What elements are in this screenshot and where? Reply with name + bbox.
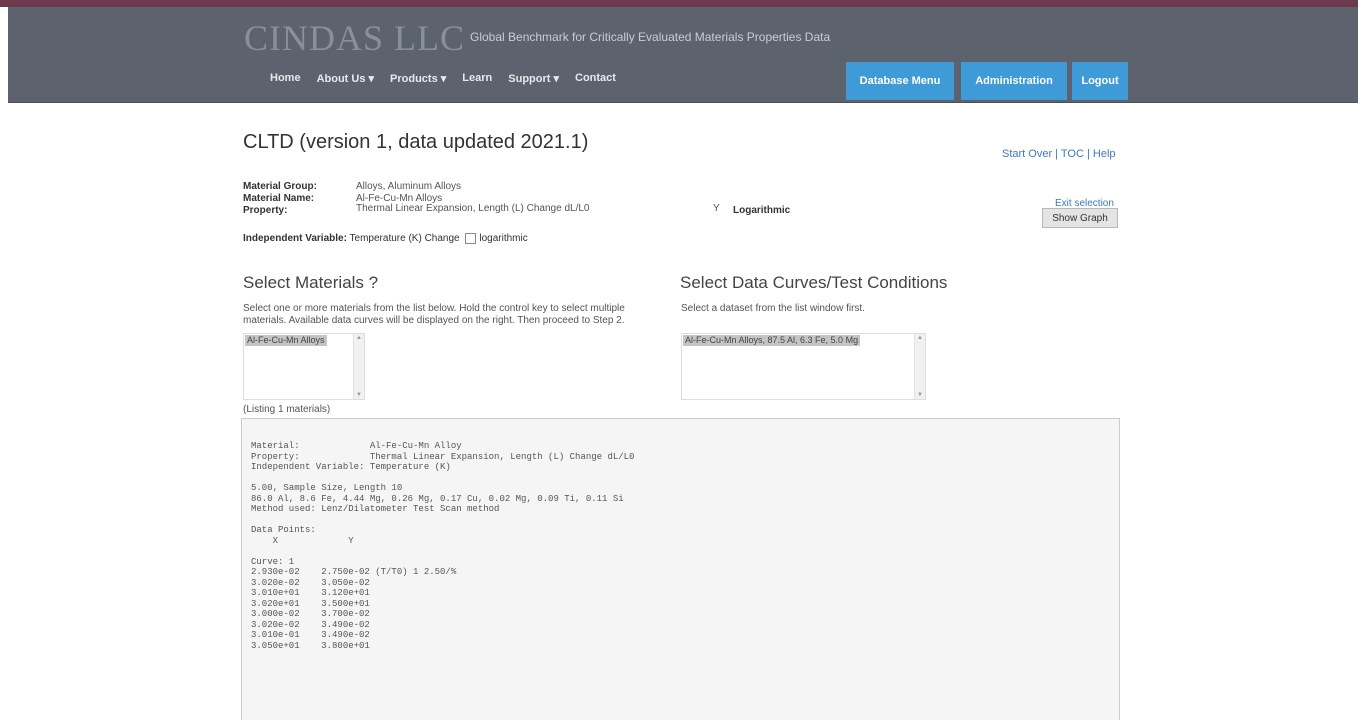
property-label: Property: (243, 205, 288, 216)
database-menu-button[interactable]: Database Menu (846, 62, 954, 100)
link-separator: | (1083, 148, 1093, 160)
independent-variable-value: Temperature (K) (349, 233, 422, 245)
main-menu: Home About Us ▾ Products ▾ Learn Support… (270, 72, 632, 85)
materials-listbox[interactable]: Al-Fe-Cu-Mn Alloys ▲ ▼ (243, 333, 365, 400)
menu-item-learn[interactable]: Learn (462, 72, 492, 85)
scroll-down-icon[interactable]: ▼ (917, 392, 923, 398)
materials-option[interactable]: Al-Fe-Cu-Mn Alloys (245, 335, 327, 346)
independent-change-link[interactable]: Change (425, 233, 460, 244)
curves-scrollbar[interactable]: ▲ ▼ (914, 334, 925, 399)
link-separator: | (1052, 148, 1061, 160)
menu-item-support[interactable]: Support ▾ (508, 72, 559, 85)
select-materials-instructions: Select one or more materials from the li… (243, 303, 625, 326)
scale-select[interactable]: Y (713, 203, 720, 214)
materials-scrollbar[interactable]: ▲ ▼ (353, 334, 364, 399)
scroll-up-icon[interactable]: ▲ (917, 335, 923, 341)
start-over-link[interactable]: Start Over (1002, 148, 1052, 160)
scroll-down-icon[interactable]: ▼ (356, 392, 362, 398)
page-title: CLTD (version 1, data updated 2021.1) (243, 131, 589, 153)
logarithmic-label: Logarithmic (733, 205, 791, 216)
materials-count: (Listing 1 materials) (243, 404, 331, 415)
menu-item-products[interactable]: Products ▾ (390, 72, 446, 85)
toc-link[interactable]: TOC (1061, 148, 1084, 160)
curves-listbox[interactable]: Al-Fe-Cu-Mn Alloys, 87.5 Al, 6.3 Fe, 5.0… (681, 333, 926, 400)
data-output-text: Material: Al-Fe-Cu-Mn Alloy Property: Th… (251, 441, 635, 651)
administration-button[interactable]: Administration (961, 62, 1067, 100)
show-graph-button[interactable]: Show Graph (1042, 208, 1118, 228)
logarithmic-checkbox-label: logarithmic (479, 233, 528, 245)
material-group-value: Alloys, Aluminum Alloys (356, 181, 462, 192)
property-select[interactable]: Thermal Linear Expansion, Length (L) Cha… (356, 203, 696, 216)
select-curves-instructions: Select a dataset from the list window fi… (681, 303, 865, 314)
brand-tagline: Global Benchmark for Critically Evaluate… (470, 30, 831, 44)
select-curves-heading: Select Data Curves/Test Conditions (680, 273, 948, 292)
help-link[interactable]: Help (1093, 148, 1116, 160)
top-links: Start Over | TOC | Help (1002, 148, 1116, 160)
scroll-up-icon[interactable]: ▲ (356, 335, 362, 341)
independent-variable-label: Independent Variable: (243, 233, 347, 245)
menu-item-contact[interactable]: Contact (575, 72, 616, 85)
data-output-panel[interactable]: Material: Al-Fe-Cu-Mn Alloy Property: Th… (241, 418, 1120, 720)
material-name-label: Material Name: (243, 193, 315, 204)
brand-logo[interactable]: CINDAS LLC (244, 17, 465, 59)
menu-item-home[interactable]: Home (270, 72, 301, 85)
navbar: CINDAS LLC Global Benchmark for Critical… (8, 7, 1358, 103)
menu-item-about[interactable]: About Us ▾ (317, 72, 374, 85)
logout-button[interactable]: Logout (1072, 62, 1128, 100)
independent-variable-row: Independent Variable: Temperature (K) Ch… (243, 233, 528, 244)
curves-option[interactable]: Al-Fe-Cu-Mn Alloys, 87.5 Al, 6.3 Fe, 5.0… (683, 335, 861, 346)
material-group-label: Material Group: (243, 181, 317, 192)
top-accent-line (0, 0, 1358, 7)
logarithmic-checkbox[interactable] (465, 233, 477, 244)
select-materials-heading: Select Materials ? (243, 273, 379, 292)
